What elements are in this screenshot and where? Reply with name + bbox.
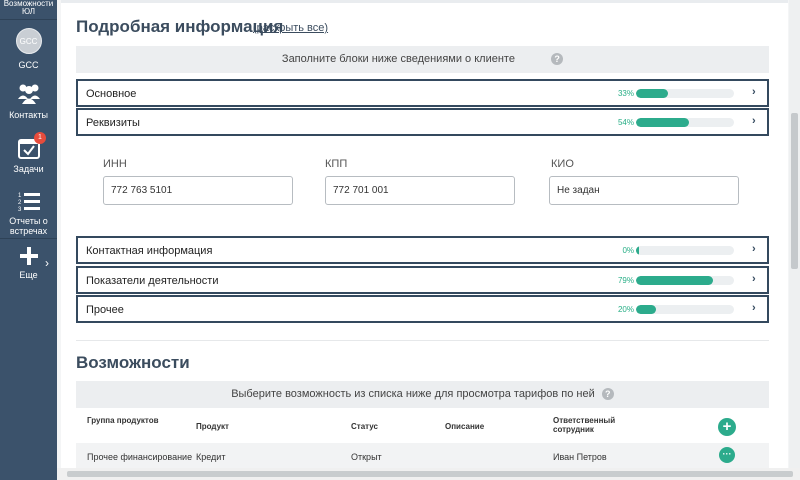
expand-all-link[interactable]: (раскрыть все) xyxy=(253,22,328,34)
section-requisites[interactable]: Реквизиты 54% › xyxy=(76,108,769,136)
column-header-status: Статус xyxy=(351,422,378,431)
row-more-button[interactable]: ··· xyxy=(719,447,735,463)
section-label: Реквизиты xyxy=(86,117,140,129)
progress-bar xyxy=(636,246,734,255)
kpp-field[interactable] xyxy=(325,176,515,205)
section-label: Основное xyxy=(86,88,137,100)
sidebar-item-contacts[interactable]: Контакты xyxy=(0,80,57,120)
inn-label: ИНН xyxy=(103,158,127,170)
section-divider xyxy=(76,340,769,341)
section-percent: 0% xyxy=(622,246,634,255)
chevron-right-icon: › xyxy=(752,115,756,127)
plus-icon xyxy=(19,247,38,265)
contacts-icon xyxy=(17,84,40,104)
progress-bar xyxy=(636,305,734,314)
column-header-description: Описание xyxy=(445,422,485,431)
sidebar-item-label: Возможности ЮЛ xyxy=(3,0,54,16)
progress-bar xyxy=(636,276,734,285)
chevron-right-icon: › xyxy=(752,243,756,255)
chevron-right-icon[interactable]: › xyxy=(45,256,49,270)
cell-owner: Иван Петров xyxy=(553,452,607,462)
main-area: Подробная информация (раскрыть все) Запо… xyxy=(57,0,789,468)
numbered-list-icon: 1 2 3 xyxy=(18,193,40,212)
vertical-scrollbar[interactable] xyxy=(789,0,800,468)
column-header-group: Группа продуктов xyxy=(87,416,159,425)
add-opportunity-button[interactable]: + xyxy=(718,418,736,436)
sidebar-item-label: GCC xyxy=(18,60,39,70)
section-main[interactable]: Основное 33% › xyxy=(76,79,769,107)
content-panel: Подробная информация (раскрыть все) Запо… xyxy=(61,0,788,468)
svg-text:2: 2 xyxy=(18,200,22,206)
details-hint-text: Заполните блоки ниже сведениями о клиент… xyxy=(281,53,515,65)
progress-bar xyxy=(636,118,734,127)
column-header-owner: Ответственный сотрудник xyxy=(553,416,616,434)
horizontal-scrollbar[interactable] xyxy=(57,468,800,480)
cell-group: Прочее финансирование xyxy=(87,452,193,462)
tasks-count-badge: 1 xyxy=(34,132,46,144)
section-label: Контактная информация xyxy=(86,245,213,257)
section-contact-info[interactable]: Контактная информация 0% › xyxy=(76,236,769,264)
sidebar-item-label: Контакты xyxy=(9,110,48,120)
kio-label: КИО xyxy=(551,158,574,170)
svg-text:3: 3 xyxy=(18,207,22,212)
sidebar-item-reports[interactable]: 1 2 3 Отчеты о встречах xyxy=(0,190,57,236)
sidebar-item-label: Задачи xyxy=(13,164,44,174)
section-percent: 33% xyxy=(617,89,634,98)
section-other[interactable]: Прочее 20% › xyxy=(76,295,769,323)
chevron-right-icon: › xyxy=(752,273,756,285)
progress-bar xyxy=(636,89,734,98)
scrollbar-thumb[interactable] xyxy=(791,113,798,269)
cell-status: Открыт xyxy=(351,452,382,462)
sidebar-item-label: Еще xyxy=(19,270,38,280)
section-performance[interactable]: Показатели деятельности 79% › xyxy=(76,266,769,294)
sidebar-item-tasks[interactable]: Задачи xyxy=(0,136,57,174)
progress-fill xyxy=(636,246,639,255)
chevron-right-icon: › xyxy=(752,86,756,98)
section-percent: 54% xyxy=(617,118,634,127)
sidebar-item-gcc[interactable]: GCC GCC xyxy=(0,28,57,70)
svg-text:1: 1 xyxy=(18,193,22,199)
avatar: GCC xyxy=(15,28,42,54)
kio-field[interactable] xyxy=(549,176,739,205)
inn-field[interactable] xyxy=(103,176,293,205)
opportunities-hint-text: Выберите возможность из списка ниже для … xyxy=(231,388,595,400)
sidebar: Возможности ЮЛ GCC GCC Контакты Задачи 1… xyxy=(0,0,57,480)
chevron-right-icon: › xyxy=(752,302,756,314)
section-label: Прочее xyxy=(86,304,124,316)
sidebar-divider xyxy=(0,238,57,239)
section-percent: 20% xyxy=(617,305,634,314)
progress-fill xyxy=(636,276,714,285)
opportunities-hint-bar: Выберите возможность из списка ниже для … xyxy=(76,381,769,408)
help-icon[interactable]: ? xyxy=(551,53,564,66)
kpp-label: КПП xyxy=(325,158,348,170)
progress-fill xyxy=(636,89,669,98)
column-header-product: Продукт xyxy=(196,422,229,431)
progress-fill xyxy=(636,118,689,127)
sidebar-divider xyxy=(0,19,57,20)
sidebar-item-label: Отчеты о встречах xyxy=(9,216,48,236)
help-icon[interactable]: ? xyxy=(601,388,614,401)
top-divider xyxy=(61,0,788,3)
details-hint-bar: Заполните блоки ниже сведениями о клиент… xyxy=(76,46,769,73)
progress-fill xyxy=(636,305,656,314)
section-percent: 79% xyxy=(617,276,634,285)
cell-product: Кредит xyxy=(196,452,226,462)
section-label: Показатели деятельности xyxy=(86,275,219,287)
sidebar-item-opportunities[interactable]: Возможности ЮЛ xyxy=(0,0,57,16)
scrollbar-thumb[interactable] xyxy=(67,471,793,477)
opportunities-title: Возможности xyxy=(76,353,190,372)
